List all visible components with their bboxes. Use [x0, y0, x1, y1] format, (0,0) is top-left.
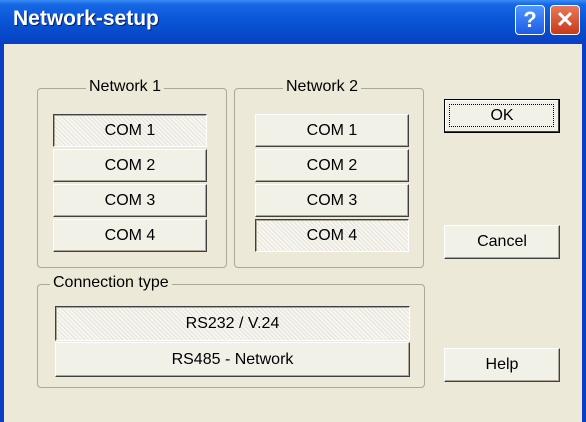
network1-group: Network 1 COM 1 COM 2 COM 3 COM 4 [37, 78, 227, 268]
network2-com1-button[interactable]: COM 1 [255, 114, 409, 147]
close-icon[interactable]: ✕ [550, 5, 580, 35]
network1-com2-button[interactable]: COM 2 [53, 149, 207, 182]
connection-type-group: Connection type RS232 / V.24 RS485 - Net… [37, 274, 425, 388]
network2-label: Network 2 [283, 78, 362, 96]
network2-group: Network 2 COM 1 COM 2 COM 3 COM 4 [234, 78, 424, 268]
rs232-button[interactable]: RS232 / V.24 [55, 306, 410, 341]
dialog-title: Network-setup [13, 7, 159, 30]
cancel-button[interactable]: Cancel [444, 225, 560, 259]
rs485-button[interactable]: RS485 - Network [55, 342, 410, 377]
help-button[interactable]: Help [444, 348, 560, 382]
title-bar[interactable]: Network-setup ? ✕ [0, 0, 586, 44]
network1-com1-button[interactable]: COM 1 [53, 114, 207, 147]
network1-com3-button[interactable]: COM 3 [53, 184, 207, 217]
network-setup-dialog: Network-setup ? ✕ Network 1 COM 1 COM 2 … [0, 0, 586, 422]
network2-com4-button[interactable]: COM 4 [255, 219, 409, 252]
ok-label: OK [490, 107, 514, 124]
ok-button[interactable]: OK [444, 99, 560, 133]
connection-type-label: Connection type [50, 274, 172, 292]
network1-label: Network 1 [86, 78, 165, 96]
network2-com2-button[interactable]: COM 2 [255, 149, 409, 182]
network1-com4-button[interactable]: COM 4 [53, 219, 207, 252]
help-icon[interactable]: ? [515, 5, 545, 35]
network2-com3-button[interactable]: COM 3 [255, 184, 409, 217]
